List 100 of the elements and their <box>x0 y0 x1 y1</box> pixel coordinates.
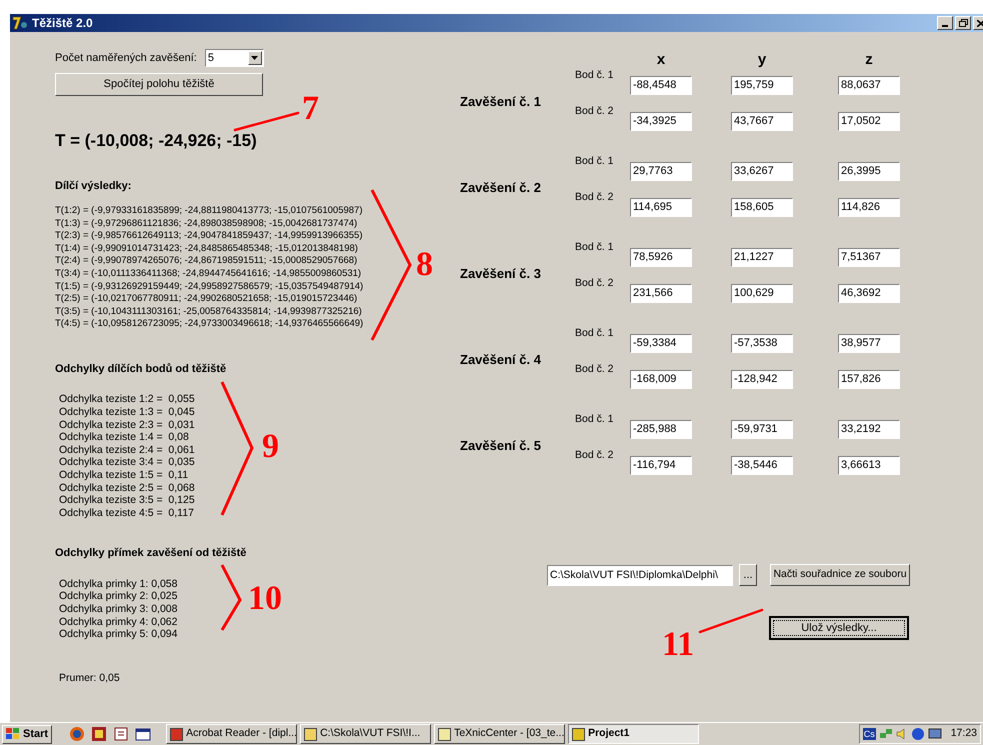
coordinate-field[interactable]: 114,826 <box>838 198 900 216</box>
deviation-text: Odchylka primky 5: 0,094 <box>59 628 178 641</box>
deviation-text: Odchylka teziste 3:5 = 0,125 <box>59 494 195 507</box>
coordinate-field[interactable]: -285,988 <box>630 420 692 438</box>
partial-result: T(2:3) = (-9,98576612649113; -24,9047841859437; -14,9959913966355) <box>55 230 363 243</box>
coordinate-field[interactable]: 100,629 <box>731 284 793 302</box>
monitor-icon[interactable] <box>928 727 942 741</box>
coordinate-field[interactable]: -38,5446 <box>731 456 793 474</box>
partial-result: T(1:4) = (-9,99091014731423; -24,8485865485348; -15,012013848198) <box>55 242 358 256</box>
deviation-text: Odchylka primky 4: 0,062 <box>59 616 178 628</box>
column-header: x <box>656 52 666 67</box>
point-label: Bod č. 2 <box>575 278 615 288</box>
annotation-number: 9 <box>262 430 279 464</box>
coordinate-field[interactable]: 17,0502 <box>838 112 900 130</box>
column-header: z <box>865 52 873 67</box>
coordinate-field[interactable]: 78,5926 <box>630 248 692 266</box>
count-label: Počet naměřených zavěšení: <box>55 50 197 66</box>
deviation-text: Odchylka teziste 3:4 = 0,035 <box>59 456 195 469</box>
coordinate-field[interactable]: -88,4548 <box>630 76 692 94</box>
coordinate-field[interactable]: 33,6267 <box>731 162 793 180</box>
coordinate-field[interactable]: 157,826 <box>838 370 900 388</box>
suspension-label: Zavěšení č. 4 <box>460 351 542 370</box>
window-title: Těžiště 2.0 <box>32 15 93 32</box>
point-label: Bod č. 2 <box>575 450 615 460</box>
column-header: y <box>758 52 766 67</box>
deviation-text: Odchylka teziste 4:5 = 0,117 <box>59 506 194 520</box>
count-select[interactable]: 5 <box>204 49 264 67</box>
section-heading: Odchylky dílčích bodů od těžiště <box>55 362 228 377</box>
coordinate-field[interactable]: 29,7763 <box>630 162 692 180</box>
point-label: Bod č. 1 <box>575 70 615 80</box>
section-heading: Odchylky přímek zavěšení od těžiště <box>55 546 248 562</box>
taskbar-button[interactable]: C:\Skola\VUT FSI\!I... <box>300 724 432 744</box>
deviation-text: Odchylka primky 2: 0,025 <box>59 590 178 604</box>
browse-button[interactable]: ... <box>739 564 757 586</box>
partial-result: T(2:4) = (-9,99078974265076; -24,867198591511; -15,0008529057668) <box>55 255 358 268</box>
deviation-text: Odchylka teziste 1:5 = 0,11 <box>59 469 188 482</box>
file-path-field[interactable]: C:\Skola\VUT FSI\!Diplomka\Delphi\ <box>547 564 733 586</box>
coordinate-field[interactable]: 21,1227 <box>731 248 793 266</box>
coordinate-field[interactable]: 88,0637 <box>838 76 900 94</box>
coordinate-field[interactable]: 26,3995 <box>838 162 900 180</box>
coordinate-field[interactable]: -128,942 <box>731 370 793 388</box>
language-indicator[interactable]: Cs <box>862 728 876 740</box>
window-icon[interactable] <box>135 726 152 742</box>
deviation-text: Odchylka primky 1: 0,058 <box>59 578 178 590</box>
deviation-text: Odchylka teziste 2:3 = 0,031 <box>59 418 195 432</box>
taskbar-button[interactable]: TeXnicCenter - [03_te... <box>434 724 566 744</box>
coordinate-field[interactable]: -59,3384 <box>630 334 692 352</box>
deviation-text: Odchylka teziste 2:5 = 0,068 <box>59 482 195 494</box>
task-window-icon <box>438 728 452 740</box>
dropdown-arrow-icon <box>251 56 258 60</box>
browser-icon[interactable] <box>69 726 86 742</box>
taskbar-button[interactable]: Project1 <box>568 724 700 744</box>
partial-result: T(3:5) = (-10,1043111303161; -25,0058764335814; -14,9939877325216) <box>55 306 362 318</box>
partial-result: T(1:3) = (-9,97296861121836; -24,898038598908; -15,0042681737474) <box>55 218 358 230</box>
coordinate-field[interactable]: 195,759 <box>731 76 793 94</box>
point-label: Bod č. 2 <box>575 364 615 374</box>
deviation-text: Odchylka teziste 1:2 = 0,055 <box>59 393 195 406</box>
point-label: Bod č. 1 <box>575 414 615 424</box>
document-icon[interactable] <box>113 726 130 742</box>
coordinate-field[interactable]: 231,566 <box>630 284 692 302</box>
partial-result: T(1:5) = (-9,93126929159449; -24,9958927586579; -15,0357549487914) <box>55 280 364 294</box>
leader-line <box>698 608 764 634</box>
partial-result: T(1:2) = (-9,97933161835899; -24,8811980413773; -15,0107561005987) <box>55 205 363 218</box>
coordinate-field[interactable]: 3,66613 <box>838 456 900 474</box>
coordinate-field[interactable]: -168,009 <box>630 370 692 388</box>
compute-button[interactable]: Spočítej polohu těžiště <box>55 73 263 96</box>
annotation-number: 8 <box>416 248 433 282</box>
coordinate-field[interactable]: 46,3692 <box>838 284 900 302</box>
minimize-icon <box>942 25 948 27</box>
clock: 17:23 <box>950 726 977 742</box>
partial-result: T(4:5) = (-10,0958126723095; -24,9733003496618; -14,9376465566649) <box>55 318 364 331</box>
coordinate-field[interactable]: 7,51367 <box>838 248 900 266</box>
minimize-button[interactable] <box>937 16 953 30</box>
partial-result: T(3:4) = (-10,0111336411368; -24,8944745641616; -14,9855009860531) <box>55 268 362 281</box>
coordinate-field[interactable]: 114,695 <box>630 198 692 216</box>
coordinate-field[interactable]: 158,605 <box>731 198 793 216</box>
windows-logo-icon <box>6 728 20 740</box>
taskbar-button[interactable]: Acrobat Reader - [dipl... <box>166 724 298 744</box>
task-window-icon <box>304 728 318 740</box>
coordinate-field[interactable]: -116,794 <box>630 456 692 474</box>
suspension-label: Zavěšení č. 3 <box>460 265 542 284</box>
point-label: Bod č. 2 <box>575 192 615 202</box>
partial-result: T(2:5) = (-10,0217067780911; -24,9902680521658; -15,019015723446) <box>55 293 358 306</box>
deviation-text: Odchylka teziste 2:4 = 0,061 <box>59 444 195 456</box>
annotation-number: 11 <box>662 628 694 662</box>
load-button[interactable]: Načti souřadnice ze souboru <box>770 564 910 586</box>
start-button[interactable]: Start <box>2 724 52 744</box>
suspension-label: Zavěšení č. 2 <box>460 179 542 198</box>
coordinate-field[interactable]: -57,3538 <box>731 334 793 352</box>
coordinate-field[interactable]: 33,2192 <box>838 420 900 438</box>
section-heading: Dílčí výsledky: <box>55 178 132 194</box>
coordinate-field[interactable]: -34,3925 <box>630 112 692 130</box>
coordinate-field[interactable]: -59,9731 <box>731 420 793 438</box>
coordinate-field[interactable]: 38,9577 <box>838 334 900 352</box>
maximize-button[interactable] <box>955 16 971 30</box>
annotation-number: 10 <box>248 582 282 616</box>
save-button[interactable]: Ulož výsledky... <box>769 616 909 640</box>
deviation-text: Odchylka primky 3: 0,008 <box>59 603 178 616</box>
coordinate-field[interactable]: 43,7667 <box>731 112 793 130</box>
average-text: Prumer: 0,05 <box>59 670 120 686</box>
